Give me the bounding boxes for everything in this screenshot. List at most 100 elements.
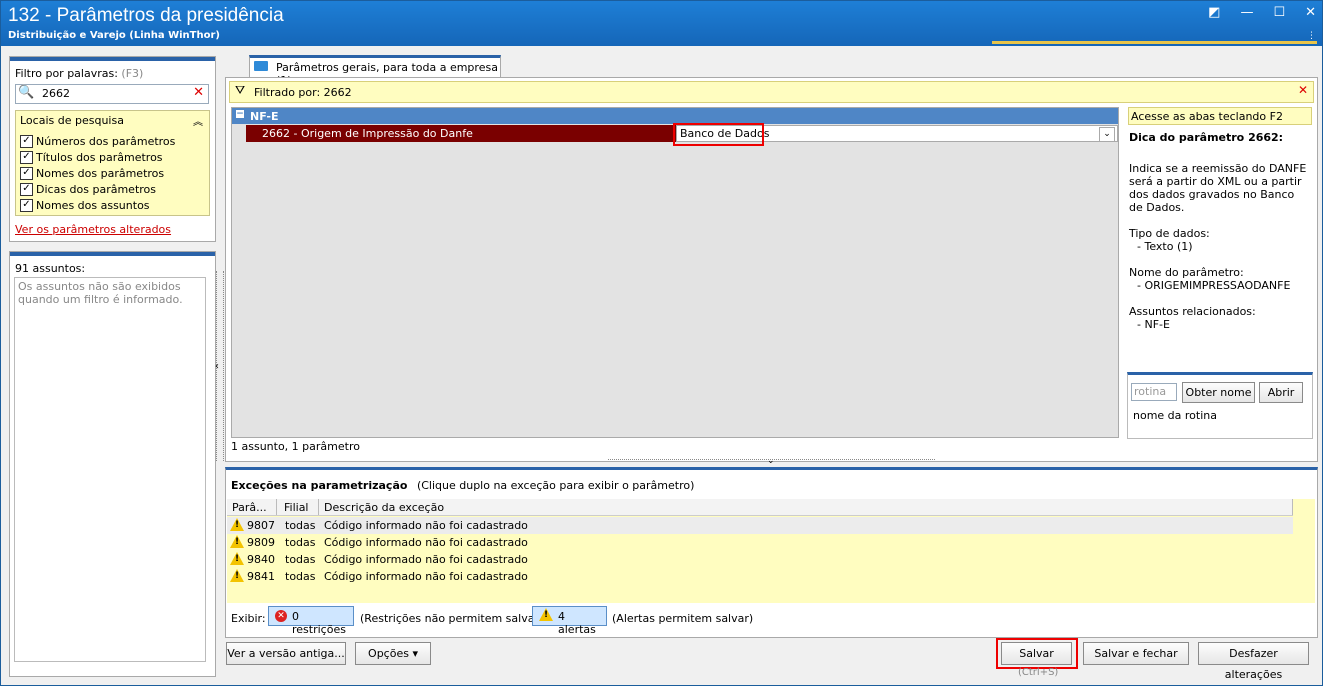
table-row[interactable]: 9809 todas Código informado não foi cada… <box>227 534 1293 551</box>
grip-icon: ⋮ <box>1307 31 1316 41</box>
warning-icon <box>539 608 553 621</box>
remove-filter-icon[interactable]: ✕ <box>1298 83 1308 97</box>
restrictions-note: (Restrições não permitem salvar) <box>360 612 544 625</box>
location-item[interactable]: ✓ Nomes dos assuntos <box>20 197 175 213</box>
column-separator <box>318 499 319 515</box>
cell-filial: todas <box>285 536 316 549</box>
restrictions-toggle[interactable]: ✕ 0 restrições <box>268 606 354 636</box>
subjects-list[interactable]: Os assuntos não são exibidos quando um f… <box>14 277 206 662</box>
locations-header[interactable]: Locais de pesquisa <box>20 114 124 127</box>
options-button[interactable]: Opções ▾ <box>355 642 431 665</box>
rotina-footer: nome da rotina <box>1133 409 1217 422</box>
location-label: Títulos dos parâmetros <box>36 150 163 164</box>
folder-icon <box>254 61 268 71</box>
search-input[interactable]: 🔍 2662 ✕ <box>15 84 209 104</box>
undo-changes-button[interactable]: Desfazer alterações <box>1198 642 1309 681</box>
alerts-count: 4 alertas <box>558 610 596 636</box>
checkbox-checked-icon[interactable]: ✓ <box>20 198 33 212</box>
cell-description: Código informado não foi cadastrado <box>324 553 528 566</box>
alerts-toggle[interactable]: 4 alertas <box>532 606 607 636</box>
cell-param: 9841 <box>247 570 275 583</box>
checkbox-checked-icon[interactable]: ✓ <box>20 182 33 196</box>
search-value: 2662 <box>42 87 70 100</box>
cell-description: Código informado não foi cadastrado <box>324 536 528 549</box>
column-description[interactable]: Descrição da exceção <box>324 501 444 514</box>
location-label: Dicas dos parâmetros <box>36 182 157 196</box>
minimize-button[interactable]: — <box>1240 5 1253 20</box>
checkbox-checked-icon[interactable]: ✓ <box>20 150 33 164</box>
checkbox-checked-icon[interactable]: ✓ <box>20 166 33 180</box>
collapse-chevron-icon[interactable]: ︽ <box>193 113 203 128</box>
chevron-down-icon[interactable]: ⌄ <box>1099 127 1115 142</box>
data-type-value: - Texto (1) <box>1137 240 1193 253</box>
cell-param: 9807 <box>247 519 275 532</box>
changed-params-link[interactable]: Ver os parâmetros alterados <box>15 223 171 236</box>
maximize-button[interactable]: ☐ <box>1273 5 1285 20</box>
error-icon: ✕ <box>275 610 287 622</box>
funnel-icon: ⛛ <box>235 83 246 97</box>
panel-header-bar <box>10 252 215 256</box>
filter-status-bar: ⛛ Filtrado por: 2662 ✕ <box>229 81 1314 103</box>
location-item[interactable]: ✓ Títulos dos parâmetros <box>20 149 175 165</box>
exceptions-table: Parâ... Filial Descrição da exceção 9807… <box>227 499 1315 603</box>
table-header: Parâ... Filial Descrição da exceção <box>227 499 1293 516</box>
obter-nome-button[interactable]: Obter nome <box>1182 382 1255 403</box>
group-row[interactable]: − NF-E <box>232 108 1118 124</box>
alerts-note: (Alertas permitem salvar) <box>612 612 754 625</box>
filter-status-text: Filtrado por: 2662 <box>254 86 352 99</box>
search-locations: Locais de pesquisa ︽ ✓ Números dos parâme… <box>15 110 210 216</box>
group-label: NF-E <box>250 110 279 123</box>
panel-header-bar <box>10 57 215 61</box>
cell-description: Código informado não foi cadastrado <box>324 519 528 532</box>
exceptions-header: Exceções na parametrização (Clique duplo… <box>231 479 694 492</box>
warning-icon <box>230 535 244 548</box>
clear-search-icon[interactable]: ✕ <box>193 85 204 100</box>
exceptions-subtitle: (Clique duplo na exceção para exibir o p… <box>416 479 695 492</box>
collapse-icon[interactable]: − <box>236 110 244 119</box>
related-subjects-value: - NF-E <box>1137 318 1170 331</box>
location-item[interactable]: ✓ Números dos parâmetros <box>20 133 175 149</box>
tip-text: Indica se a reemissão do DANFE será a pa… <box>1129 162 1307 214</box>
location-item[interactable]: ✓ Dicas dos parâmetros <box>20 181 175 197</box>
chevron-down-icon[interactable]: ⌄ <box>767 456 775 466</box>
tabs-hint-text: Acesse as abas teclando F2 <box>1131 110 1283 123</box>
parameter-tip: Dica do parâmetro 2662: Indica se a reem… <box>1129 131 1311 344</box>
param-name-label: Nome do parâmetro: <box>1129 266 1244 279</box>
table-row[interactable]: 9841 todas Código informado não foi cada… <box>227 568 1293 585</box>
locations-list: ✓ Números dos parâmetros ✓ Títulos dos par… <box>20 133 175 213</box>
save-and-close-button[interactable]: Salvar e fechar <box>1083 642 1189 665</box>
checkbox-checked-icon[interactable]: ✓ <box>20 134 33 148</box>
table-row[interactable]: 9807 todas Código informado não foi cada… <box>227 517 1293 534</box>
show-label: Exibir: <box>231 612 266 625</box>
filter-shortcut: (F3) <box>121 67 144 80</box>
window-controls: ◩ — ☐ ✕ <box>1208 5 1316 20</box>
search-icon: 🔍 <box>18 85 35 100</box>
close-button[interactable]: ✕ <box>1305 5 1316 20</box>
column-separator <box>1292 499 1293 515</box>
table-row[interactable]: 9840 todas Código informado não foi cada… <box>227 551 1293 568</box>
chevron-left-icon[interactable]: ‹ <box>215 361 219 372</box>
abrir-button[interactable]: Abrir <box>1259 382 1303 403</box>
cell-filial: todas <box>285 519 316 532</box>
column-param[interactable]: Parâ... <box>232 501 267 514</box>
column-separator <box>276 499 277 515</box>
warning-icon <box>230 518 244 531</box>
column-filial[interactable]: Filial <box>284 501 309 514</box>
old-version-button[interactable]: Ver a versão antiga... <box>226 642 346 665</box>
exceptions-panel: Exceções na parametrização (Clique duplo… <box>225 467 1318 638</box>
data-type-label: Tipo de dados: <box>1129 227 1210 240</box>
parameter-name-cell[interactable]: 2662 - Origem de Impressão do Danfe <box>246 125 676 142</box>
rotina-input[interactable]: rotina <box>1131 383 1177 401</box>
filter-label-text: Filtro por palavras: <box>15 67 118 80</box>
save-shortcut: (Ctrl+S) <box>1018 667 1059 678</box>
location-label: Nomes dos assuntos <box>36 198 150 212</box>
parameters-panel: ⛛ Filtrado por: 2662 ✕ − NF-E 2662 - Ori… <box>225 77 1318 462</box>
window-subtitle: Distribuição e Varejo (Linha WinThor) <box>8 30 220 41</box>
location-label: Números dos parâmetros <box>36 134 176 148</box>
grid-status: 1 assunto, 1 parâmetro <box>231 440 360 453</box>
location-item[interactable]: ✓ Nomes dos parâmetros <box>20 165 175 181</box>
restrictions-count: 0 restrições <box>292 610 346 636</box>
related-subjects-label: Assuntos relacionados: <box>1129 305 1256 318</box>
restore-layout-icon[interactable]: ◩ <box>1208 5 1220 20</box>
warning-icon <box>230 552 244 565</box>
